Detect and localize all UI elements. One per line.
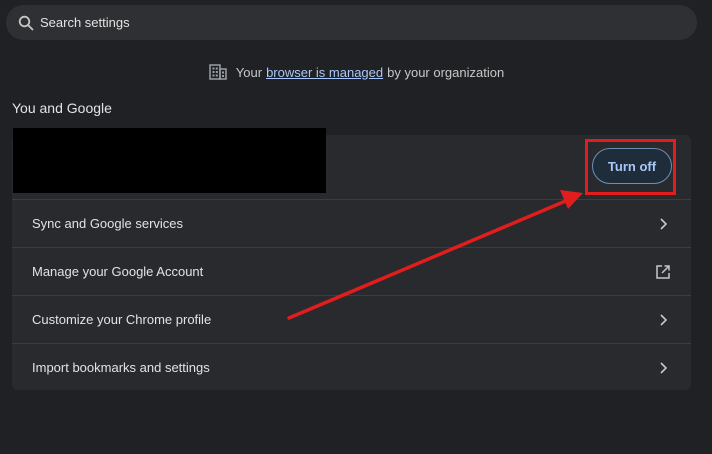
section-title: You and Google	[12, 100, 112, 116]
chevron-right-icon	[655, 216, 671, 232]
managed-notice: Your browser is managed by your organiza…	[0, 63, 712, 81]
settings-page: Search settings Your browser is managed …	[0, 0, 712, 454]
building-icon	[209, 63, 227, 81]
row-import-bookmarks-settings[interactable]: Import bookmarks and settings	[12, 343, 691, 391]
managed-prefix: Your	[235, 64, 263, 80]
row-label: Sync and Google services	[32, 216, 184, 231]
external-link-icon	[655, 264, 671, 280]
row-label: Import bookmarks and settings	[32, 360, 210, 375]
row-label: Manage your Google Account	[32, 264, 204, 279]
search-bar[interactable]: Search settings	[6, 5, 697, 40]
chevron-right-icon	[655, 360, 671, 376]
chevron-right-icon	[655, 312, 671, 328]
search-icon	[18, 15, 34, 31]
row-label: Customize your Chrome profile	[32, 312, 212, 327]
row-sync-and-google-services[interactable]: Sync and Google services	[12, 199, 691, 247]
row-customize-chrome-profile[interactable]: Customize your Chrome profile	[12, 295, 691, 343]
browser-managed-link[interactable]: browser is managed	[266, 65, 383, 80]
turn-off-button[interactable]: Turn off	[592, 148, 672, 184]
managed-suffix: by your organization	[387, 64, 505, 80]
search-input[interactable]: Search settings	[40, 15, 130, 30]
redacted-profile-area	[13, 128, 326, 193]
row-manage-google-account[interactable]: Manage your Google Account	[12, 247, 691, 295]
